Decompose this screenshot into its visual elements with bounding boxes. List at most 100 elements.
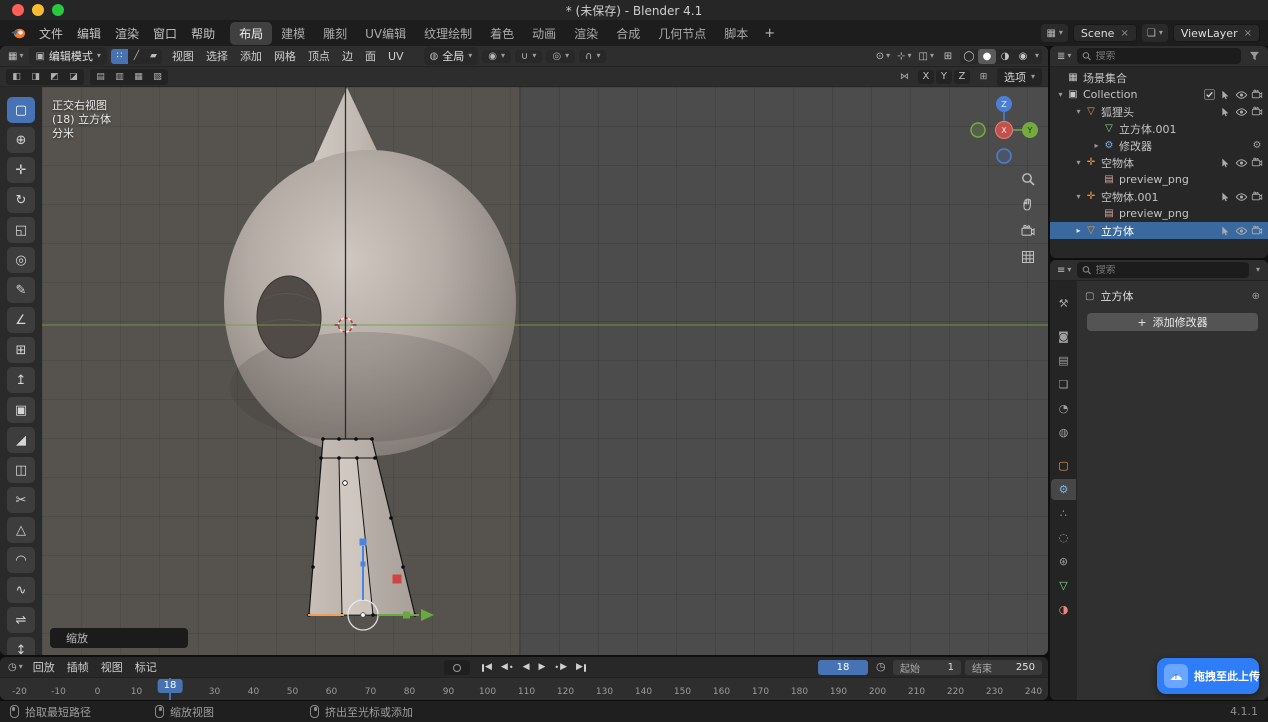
timeline-menu[interactable]: 插帧 [61, 658, 95, 676]
z-axis-ball[interactable]: Z [1001, 100, 1007, 109]
outliner-row[interactable]: ▤ preview_png ⚙ [1050, 205, 1268, 222]
close-icon[interactable]: × [1120, 28, 1128, 39]
navigation-gizmo[interactable]: Z Y X [971, 96, 1038, 163]
viewport-zoom-button[interactable] [1020, 171, 1036, 187]
properties-search[interactable] [1077, 262, 1249, 278]
camera-icon[interactable] [1249, 105, 1265, 119]
tool-tab[interactable]: ⚒ [1051, 293, 1076, 314]
viewport-menu[interactable]: 顶点 [302, 47, 336, 65]
constraints-tab[interactable]: ⊛ [1051, 551, 1076, 572]
eye-icon[interactable] [1233, 105, 1249, 119]
scene-browse-button[interactable]: ▦▾ [1041, 24, 1067, 42]
scale-tool[interactable]: ◱ [7, 217, 35, 243]
outliner-row[interactable]: ▾ ▽ 狐狸头 ⚙ [1050, 103, 1268, 120]
transform-orientation-dropdown[interactable]: ◍全局▾ [424, 47, 479, 65]
tool-settings-icon[interactable]: ◩ [45, 70, 64, 84]
viewport-menu[interactable]: 添加 [234, 47, 268, 65]
world-tab[interactable]: ◍ [1051, 422, 1076, 443]
checkbox-icon[interactable] [1201, 88, 1217, 102]
proportional-editing-dropdown[interactable]: ◎▾ [546, 50, 575, 63]
material-preview-shading-button[interactable]: ◑ [996, 49, 1014, 64]
eye-icon[interactable] [1233, 156, 1249, 170]
timeline-menu[interactable]: 标记 [129, 658, 163, 676]
expander-icon[interactable]: ▾ [1073, 158, 1084, 167]
gizmos-dropdown[interactable]: ⊹▾ [895, 49, 913, 64]
pin-icon[interactable]: ⊕ [1252, 291, 1260, 302]
workspace-tab[interactable]: 渲染 [565, 22, 607, 45]
mirror-axis-button[interactable]: Z [954, 70, 970, 84]
extrude-region-tool[interactable]: ↥ [7, 367, 35, 393]
y-axis-ball[interactable]: Y [1027, 126, 1033, 135]
blender-logo-icon[interactable] [8, 25, 28, 41]
workspace-tab[interactable]: 雕刻 [314, 22, 356, 45]
viewport-menu[interactable]: 面 [359, 47, 382, 65]
viewport-menu[interactable]: 网格 [268, 47, 302, 65]
expander-icon[interactable]: ▸ [1091, 141, 1102, 150]
plane-handle[interactable] [393, 575, 402, 584]
rotate-tool[interactable]: ↻ [7, 187, 35, 213]
xray-toggle-button[interactable]: ⊞ [939, 49, 957, 64]
jump-to-end-button[interactable]: ▶ [573, 660, 589, 675]
mirror-axis-button[interactable]: Y [936, 70, 952, 84]
shrink-fatten-tool[interactable]: ↕ [7, 637, 35, 655]
outliner-row[interactable]: ▾ ✛ 空物体.001 ⚙ [1050, 188, 1268, 205]
tool-settings-icon[interactable]: ▤ [91, 70, 110, 84]
viewport-menu[interactable]: 选择 [200, 47, 234, 65]
chevron-down-icon[interactable]: ▾ [1253, 266, 1263, 274]
outliner-row[interactable]: ▸ ⚙ 修改器 ⚙ [1050, 137, 1268, 154]
inset-faces-tool[interactable]: ▣ [7, 397, 35, 423]
face-select-mode-button[interactable]: ▰ [145, 49, 162, 64]
camera-icon[interactable] [1249, 224, 1265, 238]
rendered-shading-button[interactable]: ◉ [1014, 49, 1032, 64]
3d-viewport[interactable]: Z Y X 正交右视图 (18) 立方体 分米 [42, 87, 1048, 655]
properties-search-input[interactable] [1096, 265, 1244, 276]
eye-icon[interactable] [1233, 190, 1249, 204]
mirror-axis-button[interactable]: X [918, 70, 934, 84]
workspace-tab[interactable]: 建模 [272, 22, 314, 45]
outliner-row[interactable]: ▸ ▽ 立方体 ⚙ [1050, 222, 1268, 239]
selectable-toggle-icon[interactable] [1217, 190, 1233, 204]
timeline-menu[interactable]: 视图 [95, 658, 129, 676]
mode-dropdown[interactable]: ▣编辑模式▾ [29, 47, 106, 65]
play-button[interactable]: ▶ [535, 660, 548, 675]
camera-icon[interactable] [1249, 88, 1265, 102]
particles-tab[interactable]: ∴ [1051, 503, 1076, 524]
material-tab[interactable]: ◑ [1051, 599, 1076, 620]
viewlayer-browse-button[interactable]: ❏▾ [1142, 24, 1168, 42]
vertex-select-mode-button[interactable]: ∷ [111, 49, 128, 64]
tool-settings-icon[interactable]: ◧ [7, 70, 26, 84]
workspace-tab[interactable]: 着色 [481, 22, 523, 45]
add-modifier-button[interactable]: + 添加修改器 [1087, 313, 1258, 331]
outliner-editor-type-button[interactable]: ≣▾ [1055, 49, 1073, 64]
tool-settings-icon[interactable]: ◪ [64, 70, 83, 84]
expander-icon[interactable]: ▸ [1073, 226, 1084, 235]
selectable-toggle-icon[interactable] [1217, 88, 1233, 102]
object-data-tab[interactable]: ▽ [1051, 575, 1076, 596]
workspace-tab[interactable]: 动画 [523, 22, 565, 45]
tool-settings-icon[interactable]: ▦ [129, 70, 148, 84]
cursor-tool[interactable]: ⊕ [7, 127, 35, 153]
operator-panel[interactable]: 缩放 [50, 628, 188, 648]
close-icon[interactable]: × [1244, 28, 1252, 39]
tool-settings-icon[interactable]: ▧ [148, 70, 167, 84]
spin-tool[interactable]: ◠ [7, 547, 35, 573]
workspace-tab[interactable]: 合成 [607, 22, 649, 45]
filter-button[interactable] [1245, 49, 1263, 64]
menubar-menu[interactable]: 窗口 [146, 23, 184, 44]
poly-build-tool[interactable]: △ [7, 517, 35, 543]
measure-tool[interactable]: ∠ [7, 307, 35, 333]
workspace-tab[interactable]: UV编辑 [356, 22, 415, 45]
frame-end-field[interactable]: 结束250 [965, 660, 1042, 675]
render-tab[interactable]: ◙ [1051, 326, 1076, 347]
workspace-tab[interactable]: 纹理绘制 [415, 22, 481, 45]
workspace-tab[interactable]: 几何节点 [649, 22, 715, 45]
outliner-row[interactable]: ▦ 场景集合 ⚙ [1050, 69, 1268, 86]
grid-ortho-toggle-button[interactable] [1020, 249, 1036, 265]
object-tab[interactable]: ▢ [1051, 455, 1076, 476]
jump-to-start-button[interactable]: ◀ [479, 660, 495, 675]
camera-view-button[interactable] [1020, 223, 1036, 239]
z-axis-handle[interactable] [360, 539, 367, 546]
editor-type-button[interactable]: ▦▾ [6, 49, 25, 64]
object-visibility-dropdown[interactable]: ⊙▾ [874, 49, 892, 64]
physics-tab[interactable]: ◌ [1051, 527, 1076, 548]
